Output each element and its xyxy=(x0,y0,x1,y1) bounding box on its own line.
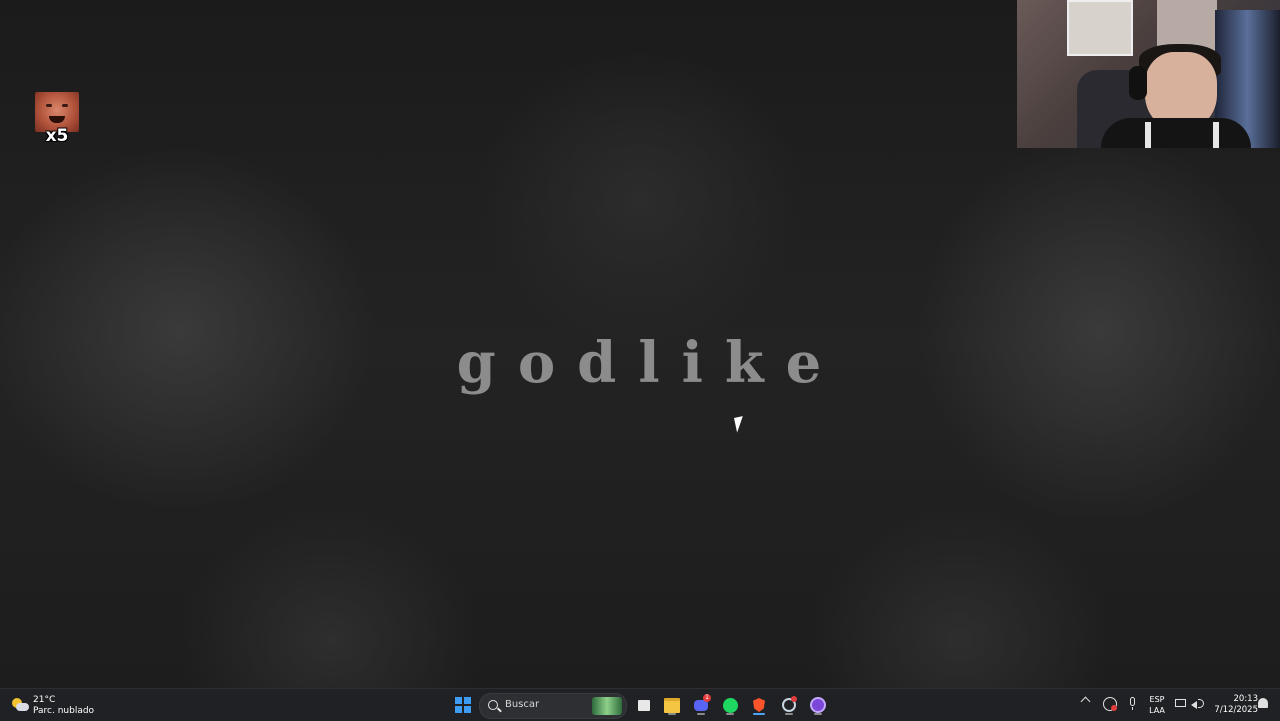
steam-button[interactable] xyxy=(778,694,800,716)
discord-notification-badge: 1 xyxy=(703,694,711,702)
obs-button[interactable] xyxy=(807,694,829,716)
search-icon xyxy=(488,700,498,710)
windows-logo-icon xyxy=(455,697,471,713)
language-indicator[interactable]: ESP LAA xyxy=(1146,694,1168,716)
partly-cloudy-icon xyxy=(12,698,29,712)
steam-status-dot xyxy=(791,696,797,702)
brave-icon xyxy=(753,698,765,712)
language-code: ESP xyxy=(1149,695,1165,704)
weather-description: Parc. nublado xyxy=(33,706,95,716)
system-clock[interactable]: 20:13 7/12/2025 xyxy=(1206,694,1258,716)
alert-count: x5 xyxy=(45,126,69,146)
taskbar-search-box[interactable]: Buscar xyxy=(479,693,627,719)
folder-icon xyxy=(664,697,680,713)
webcam-overlay xyxy=(1017,0,1280,148)
task-view-button[interactable] xyxy=(633,694,655,716)
obs-icon xyxy=(810,697,826,713)
volume-icon[interactable] xyxy=(1191,697,1205,711)
clock-time: 20:13 xyxy=(1233,694,1259,704)
clock-date: 7/12/2025 xyxy=(1214,705,1258,715)
file-explorer-button[interactable] xyxy=(661,694,683,716)
search-highlight-image xyxy=(592,697,622,715)
network-icon[interactable] xyxy=(1175,697,1189,711)
microphone-icon[interactable] xyxy=(1126,697,1140,711)
weather-temperature: 21°C xyxy=(33,695,56,705)
start-button[interactable] xyxy=(452,694,474,716)
discord-button[interactable]: 1 xyxy=(690,694,712,716)
brave-button[interactable] xyxy=(748,694,770,716)
sync-icon[interactable] xyxy=(1103,697,1117,711)
wallpaper-title: godlike xyxy=(456,330,844,396)
task-view-icon xyxy=(638,699,650,711)
show-hidden-icons-chevron-icon[interactable] xyxy=(1080,696,1091,707)
taskbar: 21°C Parc. nublado Buscar 1 ESP LAA 20:1… xyxy=(0,688,1280,721)
search-placeholder: Buscar xyxy=(505,699,540,710)
spotify-button[interactable] xyxy=(719,694,741,716)
keyboard-layout: LAA xyxy=(1149,706,1165,715)
stream-alert-badge: x5 xyxy=(35,92,79,146)
weather-widget[interactable]: 21°C Parc. nublado xyxy=(10,693,110,719)
notification-bell-icon[interactable] xyxy=(1256,697,1270,711)
spotify-icon xyxy=(722,697,738,713)
